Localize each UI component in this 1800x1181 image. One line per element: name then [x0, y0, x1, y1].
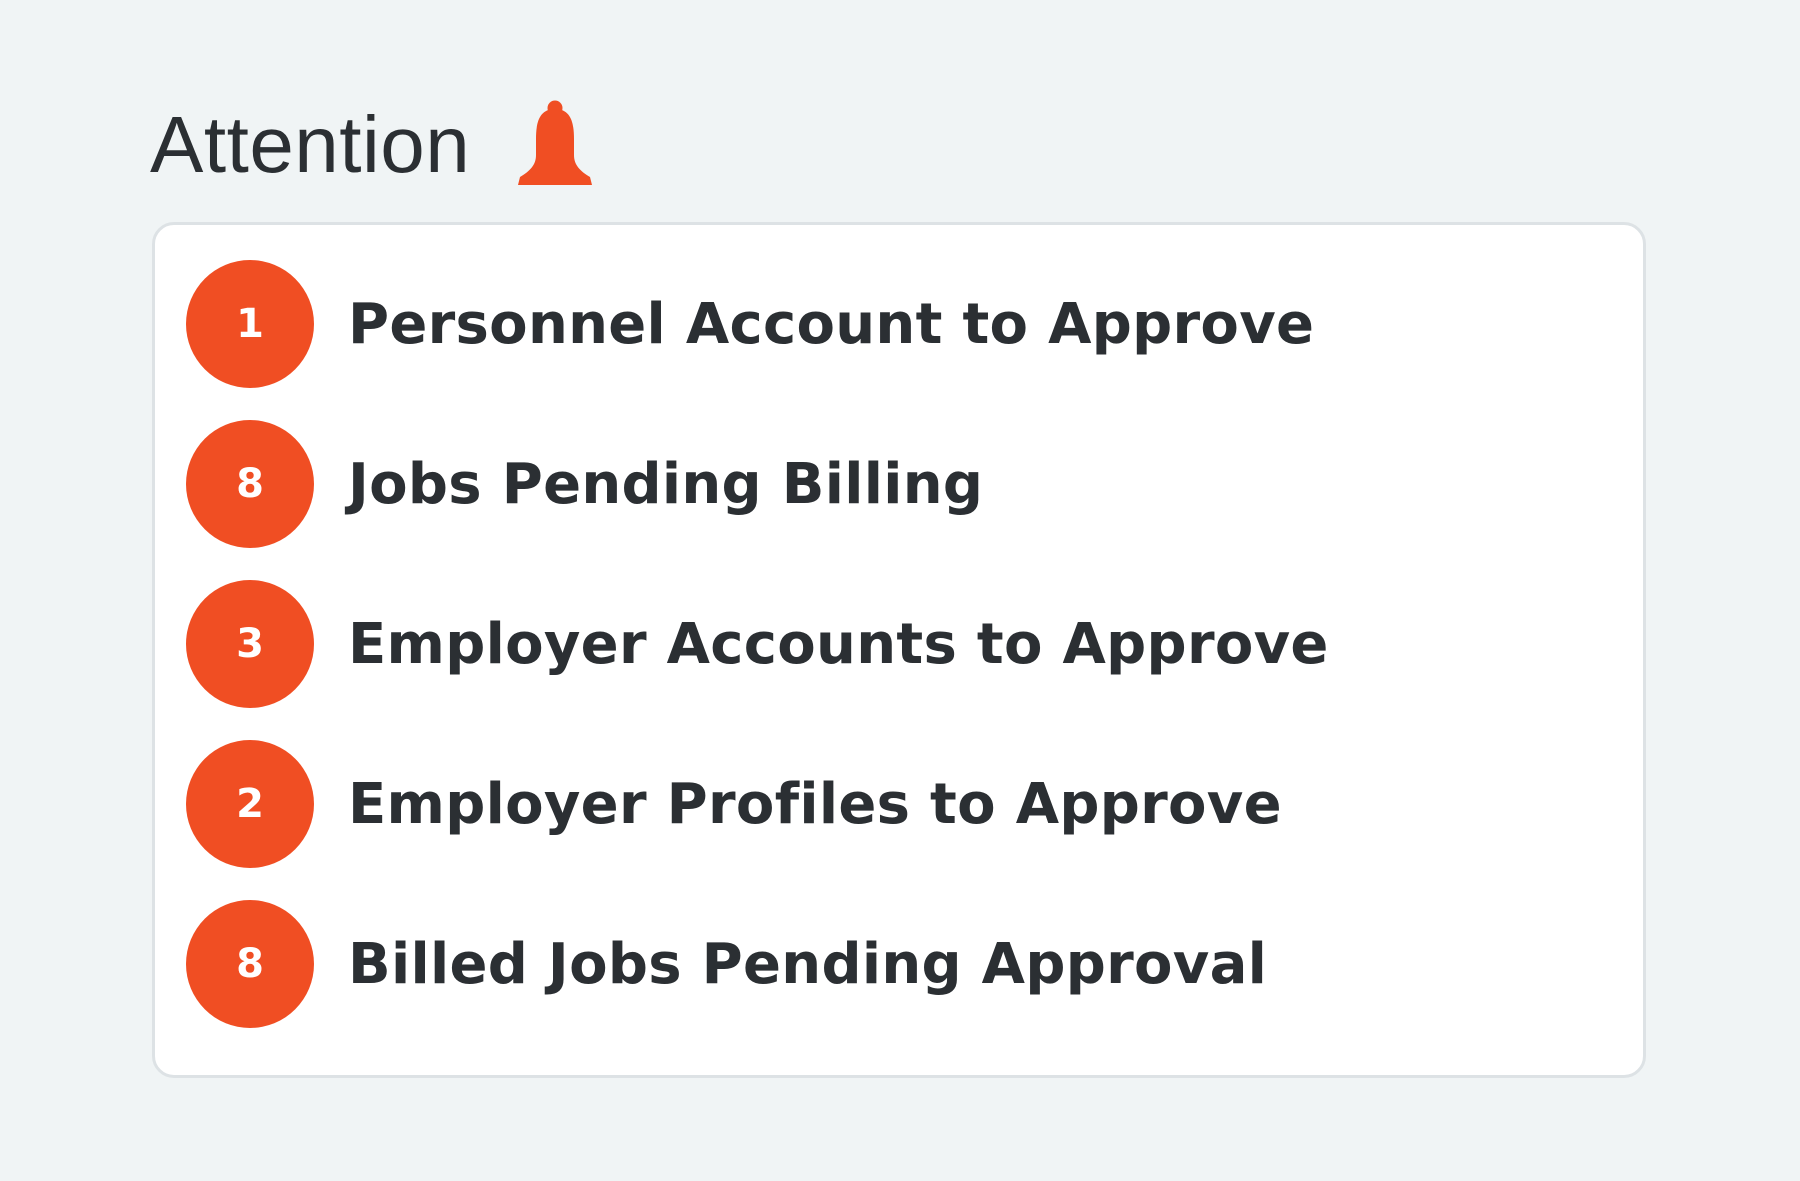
count-badge: 2 — [186, 740, 314, 868]
attention-item-employer-profiles[interactable]: 2 Employer Profiles to Approve — [186, 740, 1282, 868]
item-label[interactable]: Personnel Account to Approve — [348, 292, 1314, 357]
count-badge: 8 — [186, 420, 314, 548]
attention-item-employer-accounts[interactable]: 3 Employer Accounts to Approve — [186, 580, 1329, 708]
attention-item-billed-jobs[interactable]: 8 Billed Jobs Pending Approval — [186, 900, 1267, 1028]
item-label[interactable]: Billed Jobs Pending Approval — [348, 932, 1267, 997]
count-badge: 3 — [186, 580, 314, 708]
attention-header: Attention — [150, 90, 596, 200]
attention-card: 1 Personnel Account to Approve 8 Jobs Pe… — [152, 222, 1646, 1078]
page-title: Attention — [150, 100, 471, 189]
count-badge: 8 — [186, 900, 314, 1028]
bell-icon — [518, 100, 593, 185]
attention-item-personnel-accounts[interactable]: 1 Personnel Account to Approve — [186, 260, 1314, 388]
attention-item-jobs-pending-billing[interactable]: 8 Jobs Pending Billing — [186, 420, 983, 548]
count-badge: 1 — [186, 260, 314, 388]
item-label[interactable]: Employer Profiles to Approve — [348, 772, 1282, 837]
item-label[interactable]: Jobs Pending Billing — [348, 452, 983, 517]
item-label[interactable]: Employer Accounts to Approve — [348, 612, 1329, 677]
